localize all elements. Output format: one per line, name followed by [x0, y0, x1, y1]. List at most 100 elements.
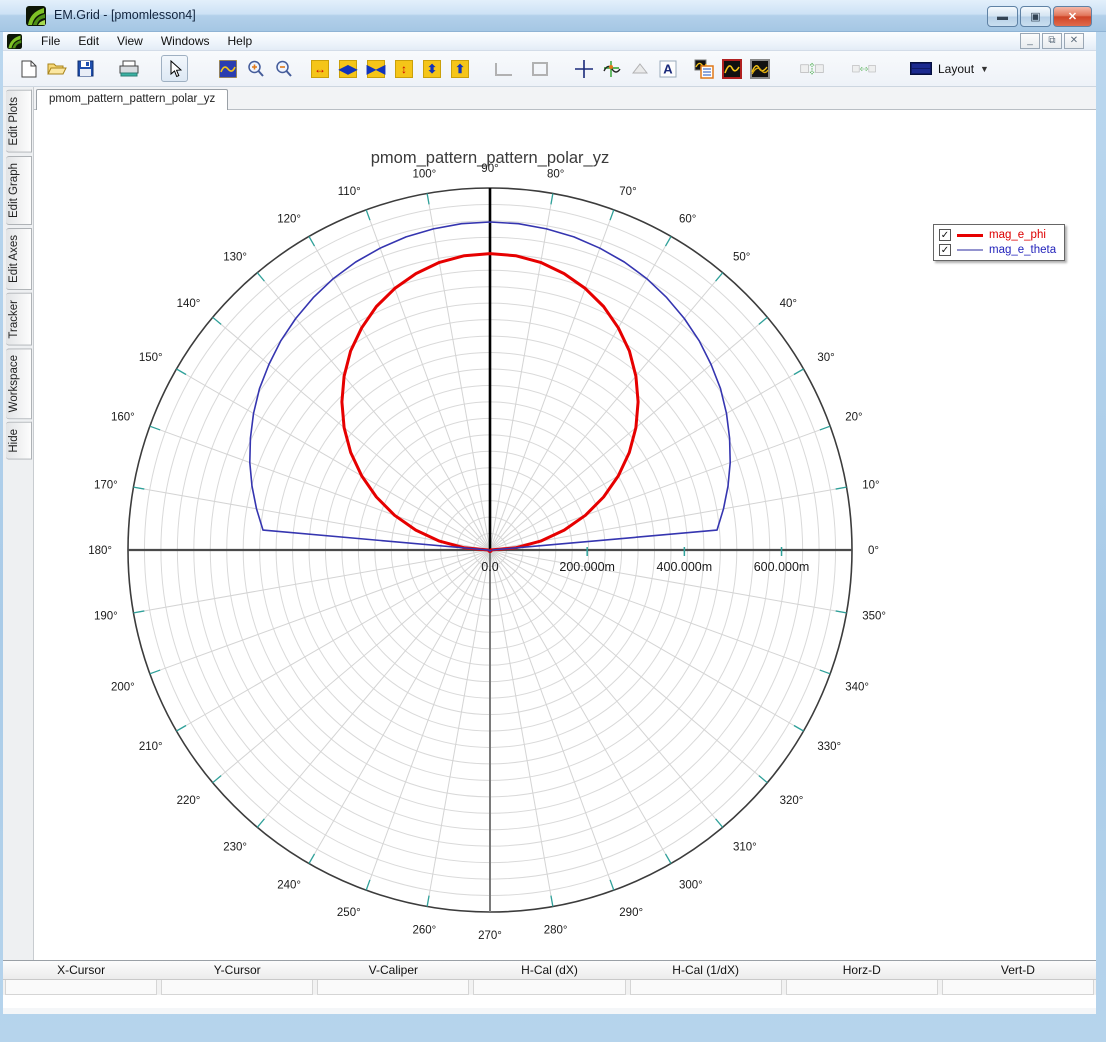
rim-tick	[149, 425, 161, 431]
sidebar-tab-edit-axes[interactable]: Edit Axes	[6, 227, 32, 290]
angle-label: 320°	[780, 795, 804, 807]
chart-title: pmom_pattern_pattern_polar_yz	[371, 149, 609, 167]
edit-plot-button[interactable]	[720, 57, 744, 81]
zoom-out-button[interactable]	[272, 57, 296, 81]
slope-triangle-icon	[632, 63, 648, 74]
new-document-button[interactable]	[17, 57, 41, 81]
add-text-button[interactable]: A	[656, 57, 680, 81]
angle-label: 290°	[619, 907, 643, 919]
angle-label: 140°	[177, 298, 201, 310]
chart-legend[interactable]: ✓ mag_e_phi ✓ mag_e_theta	[933, 224, 1066, 261]
angle-label: 100°	[412, 169, 436, 181]
rim-tick	[176, 368, 187, 376]
readout-value-v-caliper	[317, 980, 470, 995]
document-tab[interactable]: pmom_pattern_pattern_polar_yz	[36, 89, 229, 110]
rim-tick	[758, 316, 768, 325]
drag-corner-button[interactable]	[492, 57, 516, 81]
zoom-rectangle-icon	[532, 61, 548, 76]
radial-tick-label: 600.000m	[754, 560, 810, 574]
legend-label: mag_e_theta	[989, 244, 1057, 256]
rim-tick	[609, 879, 615, 891]
angle-label: 40°	[780, 298, 797, 310]
angle-label: 310°	[733, 842, 757, 854]
tracker-icon	[603, 60, 621, 77]
crosshair-button[interactable]	[572, 57, 596, 81]
angle-label: 20°	[845, 412, 862, 424]
legend-button[interactable]	[692, 57, 716, 81]
menu-file[interactable]: File	[32, 32, 69, 50]
tracker-button[interactable]	[600, 57, 624, 81]
toolbar: ↔ ◀▶ ▶◀ ↕ ⬍ ⬆ A Layout ▼	[3, 51, 1096, 87]
menu-windows[interactable]: Windows	[152, 32, 219, 50]
rim-tick	[793, 724, 804, 732]
cursor-readout-bar: X-Cursor Y-Cursor V-Caliper H-Cal (dX) H…	[3, 960, 1096, 1008]
layout-menu-button[interactable]: Layout ▼	[904, 59, 995, 79]
h-compress-icon: ▶◀	[366, 59, 386, 78]
sidebar-tab-edit-graph[interactable]: Edit Graph	[6, 155, 32, 225]
horizontal-compress-button[interactable]: ▶◀	[364, 57, 388, 81]
rim-tick	[365, 209, 371, 221]
vertical-tile-button[interactable]	[800, 57, 824, 81]
legend-label: mag_e_phi	[989, 229, 1046, 241]
horizontal-full-scale-button[interactable]: ↔	[308, 57, 332, 81]
angle-label: 190°	[94, 611, 118, 623]
angle-label: 270°	[478, 930, 502, 942]
rim-tick	[133, 610, 145, 614]
horizontal-expand-button[interactable]: ◀▶	[336, 57, 360, 81]
angle-label: 0°	[868, 545, 879, 557]
menu-view[interactable]: View	[108, 32, 152, 50]
vertical-expand-button[interactable]: ⬍	[420, 57, 444, 81]
rim-tick	[212, 775, 222, 784]
legend-entry: ✓ mag_e_phi	[939, 229, 1056, 241]
rim-tick	[308, 853, 316, 864]
legend-checkbox[interactable]: ✓	[939, 229, 951, 241]
print-button[interactable]	[117, 57, 141, 81]
sidebar-tab-tracker[interactable]: Tracker	[6, 292, 32, 346]
rim-tick	[819, 669, 831, 675]
mdi-close-button[interactable]: ✕	[1064, 33, 1084, 49]
close-button[interactable]: ✕	[1053, 6, 1092, 27]
application-window: { "window": { "title": "EM.Grid - [pmoml…	[0, 0, 1106, 1042]
minimize-button[interactable]: ▬	[987, 6, 1018, 27]
mdi-minimize-button[interactable]: _	[1020, 33, 1040, 49]
dropdown-arrow-icon: ▼	[980, 63, 989, 74]
open-folder-icon	[47, 63, 67, 74]
vertical-compress-button[interactable]: ⬆	[448, 57, 472, 81]
zoom-rectangle-button[interactable]	[528, 57, 552, 81]
sidebar-tab-hide[interactable]: Hide	[6, 422, 32, 461]
readout-label-v-caliper: V-Caliper	[368, 963, 419, 977]
angle-label: 240°	[277, 879, 301, 891]
print-icon	[119, 60, 139, 76]
angle-label: 330°	[817, 741, 841, 753]
h-full-scale-icon: ↔	[311, 59, 329, 78]
vertical-full-scale-button[interactable]: ↕	[392, 57, 416, 81]
angle-label: 280°	[544, 924, 568, 936]
pointer-select-button[interactable]	[161, 55, 188, 82]
sidebar-tab-edit-plots[interactable]: Edit Plots	[6, 90, 32, 153]
legend-icon	[694, 59, 714, 79]
legend-checkbox[interactable]: ✓	[939, 244, 951, 256]
rim-tick	[715, 272, 724, 282]
rim-tick	[308, 236, 316, 247]
svg-text:A: A	[663, 61, 673, 76]
open-file-button[interactable]	[45, 57, 69, 81]
edit-graph-button[interactable]	[748, 57, 772, 81]
maximize-button[interactable]: ▣	[1020, 6, 1051, 27]
window-title: EM.Grid - [pmomlesson4]	[54, 8, 196, 22]
title-bar: EM.Grid - [pmomlesson4] ▬ ▣ ✕	[0, 0, 1106, 32]
app-logo-icon	[26, 6, 46, 26]
save-button[interactable]	[73, 57, 97, 81]
menu-help[interactable]: Help	[219, 32, 262, 50]
zoom-full-scale-button[interactable]	[216, 57, 240, 81]
zoom-in-button[interactable]	[244, 57, 268, 81]
edit-plot-icon	[722, 58, 742, 79]
mdi-restore-button[interactable]: ⧉	[1042, 33, 1062, 49]
angle-label: 130°	[223, 251, 247, 263]
slope-marker-button[interactable]	[628, 57, 652, 81]
sidebar-tab-workspace[interactable]: Workspace	[6, 348, 32, 420]
readout-value-x-cursor	[5, 980, 158, 995]
horizontal-tile-button[interactable]	[852, 57, 876, 81]
save-icon	[77, 60, 93, 77]
menu-edit[interactable]: Edit	[69, 32, 108, 50]
rim-tick	[365, 879, 371, 891]
